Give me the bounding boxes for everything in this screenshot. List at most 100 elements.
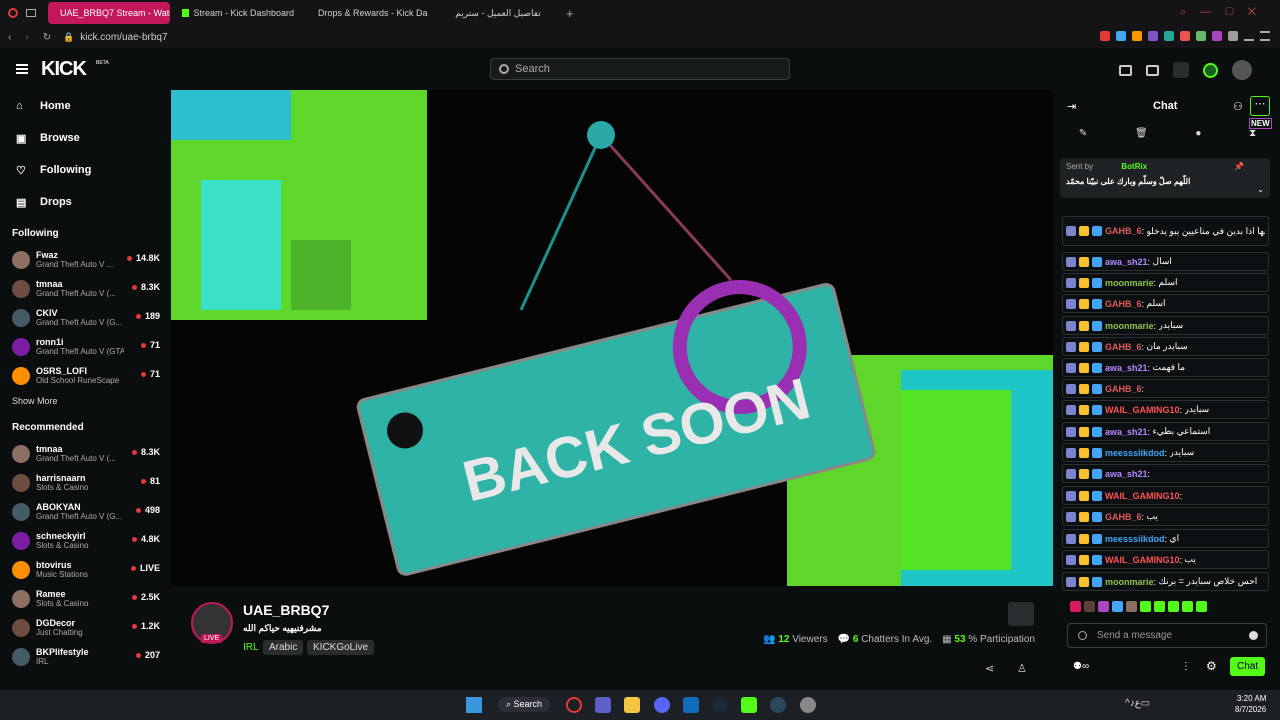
pk-icon[interactable] [1146,64,1159,76]
chat-message[interactable]: GAHB_6: اسلم [1062,294,1269,313]
emoji-icon[interactable] [1249,631,1258,640]
taskbar-search-button[interactable]: ⌕ Search [498,697,551,712]
chat-username[interactable]: WAIL_GAMING10 [1105,491,1180,501]
chat-message[interactable]: WAIL_GAMING10: [1062,486,1269,505]
steam-taskbar-icon[interactable] [712,697,728,713]
clock-date[interactable]: 8/7/2026 [1235,705,1266,714]
show-more-button[interactable]: Show More [0,390,170,412]
extension-icon[interactable] [1196,31,1206,41]
chat-message[interactable]: awa_sh21: ما فهمت [1062,358,1269,377]
chat-message[interactable]: moonmarie: اسلم [1062,273,1269,292]
sidebar-channel[interactable]: BKPlifestyle IRL 207 [0,642,170,671]
opera-taskbar-icon[interactable] [566,697,582,713]
chat-username[interactable]: GAHB_6 [1105,342,1142,352]
extension-icon[interactable] [1132,31,1142,41]
tab-customer-details[interactable]: تفاصيل العميل - ستريم [438,2,558,24]
extension-icon[interactable] [1180,31,1190,41]
chat-username[interactable]: WAIL_GAMING10 [1105,555,1180,565]
new-tab-button[interactable]: + [566,6,574,21]
tab-kick-dashboard[interactable]: Stream - Kick Dashboard [174,2,302,24]
extension-icon[interactable] [1164,31,1174,41]
tab-drops-rewards[interactable]: Drops & Rewards - Kick Da [306,2,434,24]
streamer-name[interactable]: UAE_BRBQ7 [243,602,329,618]
emote-icon[interactable] [1112,601,1123,612]
chat-username[interactable]: meesssiikdod [1105,534,1165,544]
clock-time[interactable]: 3:20 AM [1237,694,1266,703]
chat-more-button[interactable]: ⋯ [1250,96,1270,116]
chat-username[interactable]: awa_sh21 [1105,257,1148,267]
chat-username[interactable]: GAHB_6 [1105,384,1142,394]
menu-icon[interactable] [1260,31,1270,41]
chat-username[interactable]: awa_sh21 [1105,363,1148,373]
sidebar-channel[interactable]: ABOKYAN Grand Theft Auto V (G... 498 [0,497,170,526]
extension-icon[interactable] [1116,31,1126,41]
reload-icon[interactable]: ↻ [43,32,51,43]
chat-username[interactable]: moonmarie [1105,577,1154,587]
chat-message[interactable]: moonmarie: سبايدر [1062,316,1269,335]
video-player[interactable]: BACK SOON [171,90,1053,586]
sidebar-channel[interactable]: schneckyirl Slots & Casino 4.8K [0,526,170,555]
dashboard-icon[interactable] [1173,62,1189,78]
windows-start-icon[interactable] [466,697,482,713]
kick-k-icon[interactable] [1203,62,1218,78]
chat-message[interactable]: awa_sh21: [1062,464,1269,483]
chat-send-button[interactable]: Chat [1230,657,1266,676]
chat-username[interactable]: meesssiikdod [1105,448,1165,458]
chat-username[interactable]: moonmarie [1105,321,1154,331]
chat-users-icon[interactable]: ⚇ [1233,100,1243,113]
chat-message[interactable]: awa_sh21: اسال [1062,252,1269,271]
theater-mode-icon[interactable] [1008,602,1034,626]
stream-category[interactable]: IRL [243,642,259,653]
chat-username[interactable]: GAHB_6 [1105,226,1142,236]
emote-icon[interactable] [1126,601,1137,612]
kick-logo[interactable]: KICK [41,58,87,81]
avatar[interactable] [1232,60,1252,80]
collapse-chat-icon[interactable]: ⇥ [1067,100,1076,113]
chat-message[interactable]: meesssiikdod: سبايدر [1062,443,1269,462]
chat-message[interactable]: GAHB_6: سبايدر مان [1062,337,1269,356]
nav-drops[interactable]: ▤ Drops [0,186,170,218]
search-input[interactable]: Search [490,58,790,80]
extension-icon[interactable] [1148,31,1158,41]
teams-taskbar-icon[interactable] [595,697,611,713]
chat-username[interactable]: awa_sh21 [1105,469,1148,479]
system-tray-icons[interactable]: ^♪ع▭ [1125,698,1150,709]
emote-icon[interactable] [1084,601,1095,612]
chat-username[interactable]: GAHB_6 [1105,512,1142,522]
chat-message[interactable]: WAIL_GAMING10: سبايدر [1062,400,1269,419]
emote-icon[interactable] [1182,601,1193,612]
tag-kickgolive[interactable]: KICKGoLive [307,640,375,655]
files-taskbar-icon[interactable] [624,697,640,713]
rewards-icon[interactable] [1119,64,1132,76]
sidebar-channel[interactable]: OSRS_LOFI Old School RuneScape 71 [0,361,170,390]
sidebar-channel[interactable]: ronn1i Grand Theft Auto V (GTA) 71 [0,332,170,361]
chat-message-input[interactable]: Send a message [1067,623,1267,648]
steam-taskbar-icon[interactable] [770,697,786,713]
settings-taskbar-icon[interactable] [800,697,816,713]
pin-tool-icon[interactable]: ✎ [1079,128,1087,146]
chat-message[interactable]: meesssiikdod: اي [1062,529,1269,548]
chat-message[interactable]: awa_sh21: استماعي بطيء [1062,422,1269,441]
sidebar-channel[interactable]: Ramee Slots & Casino 2.5K [0,584,170,613]
slow-mode-icon[interactable]: ⧗ [1249,128,1256,146]
share-icon[interactable]: ⋖ [985,662,994,675]
chat-message[interactable]: GAHB_6: يب [1062,507,1269,526]
chat-options-icon[interactable]: ⋮ [1181,661,1191,672]
emote-icon[interactable] [1168,601,1179,612]
chat-username[interactable]: moonmarie [1105,278,1154,288]
emote-icon[interactable] [1098,601,1109,612]
chat-message[interactable]: GAHB_6: [1062,379,1269,398]
kick-taskbar-icon[interactable] [741,697,757,713]
chat-username[interactable]: GAHB_6 [1105,299,1142,309]
chat-username[interactable]: awa_sh21 [1105,427,1148,437]
download-icon[interactable] [1244,31,1254,41]
window-controls[interactable]: ⌕—▢✕ [1180,6,1270,19]
chat-message[interactable]: GAHB_6: سوي لك دس خاص و منها اذا بدين في… [1062,216,1269,246]
extension-icon[interactable] [1228,31,1238,41]
emote-icon[interactable] [1140,601,1151,612]
extension-icon[interactable] [1100,31,1110,41]
chat-message[interactable]: moonmarie: احس خلاص سبايدر = برنك [1062,572,1269,591]
chat-username[interactable]: WAIL_GAMING10 [1105,405,1180,415]
sidebar-channel[interactable]: CKIV Grand Theft Auto V (G... 189 [0,303,170,332]
url-text[interactable]: kick.com/uae-brbq7 [80,32,167,43]
